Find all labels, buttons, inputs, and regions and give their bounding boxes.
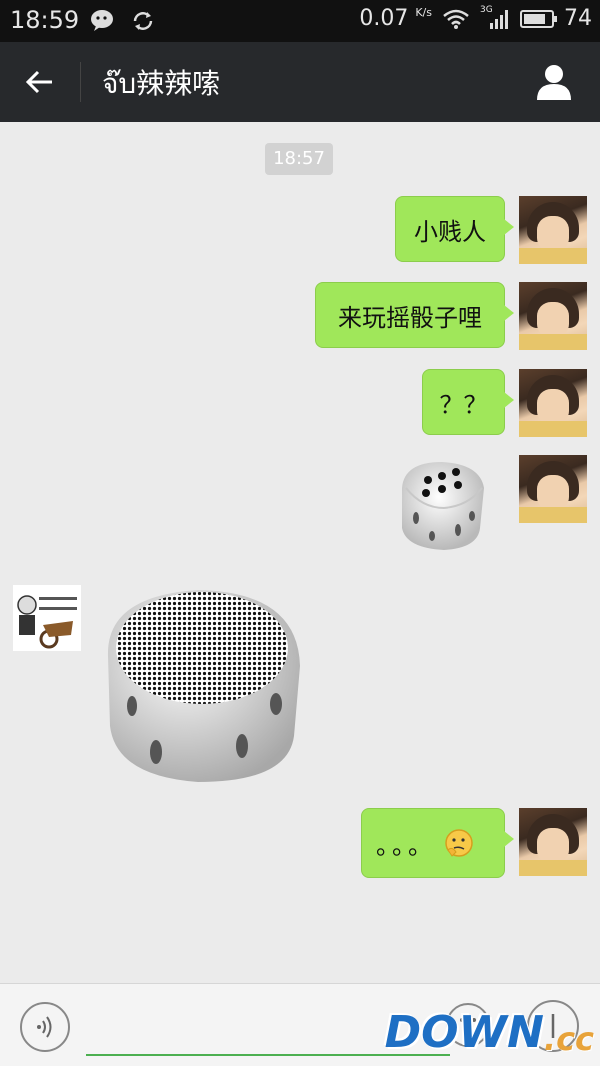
- watermark-main: DOWN: [384, 1007, 544, 1058]
- message-text: 来玩摇骰子哩: [338, 303, 482, 332]
- battery-icon: [520, 9, 557, 28]
- message-bubble[interactable]: 。。。: [361, 808, 514, 878]
- dice-sticker-large[interactable]: [102, 586, 304, 784]
- net-speed: 0.07 K/s: [359, 6, 432, 31]
- avatar[interactable]: [519, 808, 587, 876]
- avatar[interactable]: [519, 455, 587, 523]
- sync-icon: [133, 12, 153, 30]
- signal-icon: 3G: [480, 5, 510, 31]
- wechat-icon: [91, 10, 113, 31]
- message-text: 小贱人: [414, 217, 486, 246]
- voice-input-button[interactable]: [20, 1002, 70, 1052]
- dice-sticker[interactable]: [392, 458, 490, 552]
- chat-title: จ๊บ辣辣嗦: [102, 67, 221, 100]
- notification-icons: [90, 8, 156, 34]
- message-text: ？？: [439, 390, 488, 419]
- status-bar: 18:59 0.07 K/s 3G 74: [0, 0, 600, 42]
- wifi-icon: [443, 9, 469, 29]
- message-bubble[interactable]: 来玩摇骰子哩: [315, 282, 514, 348]
- back-arrow-icon[interactable]: [22, 64, 58, 100]
- status-time: 18:59: [10, 6, 80, 34]
- avatar[interactable]: [519, 196, 587, 264]
- battery-level: 74: [564, 6, 592, 31]
- watermark: DOWN .cc: [385, 1007, 594, 1058]
- contact-avatar[interactable]: [13, 585, 81, 651]
- thinking-emoji-icon: [445, 829, 473, 857]
- avatar[interactable]: [519, 282, 587, 350]
- net-unit: K/s: [415, 6, 432, 19]
- message-timestamp: 18:57: [265, 143, 333, 175]
- header-divider: [80, 62, 81, 102]
- chat-header: จ๊บ辣辣嗦: [0, 42, 600, 122]
- message-bubble[interactable]: ？？: [422, 369, 514, 435]
- status-indicators: 0.07 K/s 3G 74: [359, 5, 592, 32]
- watermark-suffix: .cc: [543, 1020, 594, 1058]
- message-bubble[interactable]: 小贱人: [395, 196, 514, 262]
- avatar[interactable]: [519, 369, 587, 437]
- message-text: 。。。: [376, 831, 436, 860]
- voice-icon: [37, 1016, 52, 1038]
- contact-profile-icon[interactable]: [534, 62, 574, 102]
